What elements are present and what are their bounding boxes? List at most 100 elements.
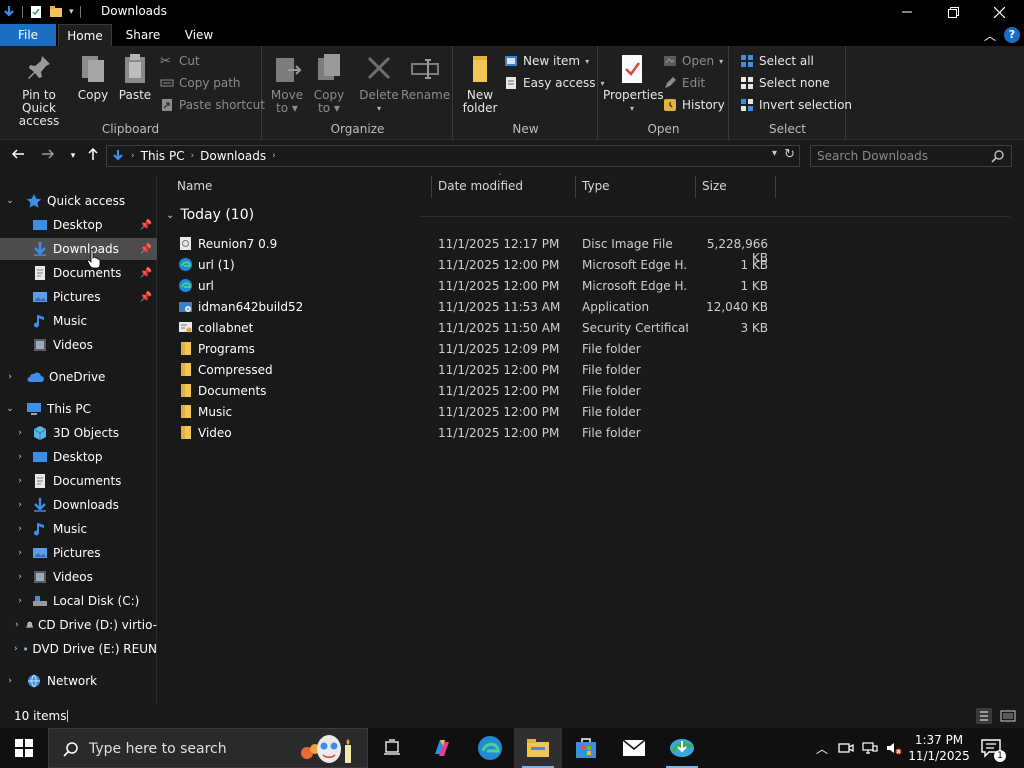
column-header-type[interactable]: Type [582, 179, 610, 197]
restore-button[interactable] [930, 0, 976, 24]
qat-customize-icon[interactable]: ▾ [69, 7, 74, 17]
collapsed-chevron-icon[interactable]: › [14, 596, 26, 606]
nav-pc-documents[interactable]: › Documents [0, 470, 157, 492]
nav-pc-dvd-drive-e[interactable]: › DVD Drive (E:) REUN [0, 638, 157, 660]
collapsed-chevron-icon[interactable]: › [14, 428, 26, 438]
search-icon[interactable] [991, 149, 1005, 163]
nav-pc-local-disk-c[interactable]: › Local Disk (C:) [0, 590, 157, 612]
file-row[interactable]: Music 11/1/2025 12:00 PM File folder [176, 401, 776, 422]
taskbar-internet-download-manager[interactable] [658, 728, 706, 768]
collapsed-chevron-icon[interactable]: › [4, 676, 16, 686]
nav-this-pc[interactable]: ⌄ This PC [0, 398, 157, 420]
collapsed-chevron-icon[interactable]: › [4, 372, 16, 382]
file-row[interactable]: Programs 11/1/2025 12:09 PM File folder [176, 338, 776, 359]
downloads-arrow-icon[interactable] [2, 5, 16, 19]
start-button[interactable] [0, 728, 48, 768]
expanded-chevron-icon[interactable]: ⌄ [4, 196, 16, 206]
close-button[interactable] [976, 0, 1022, 24]
taskbar-search-box[interactable]: Type here to search [48, 728, 368, 768]
file-row[interactable]: url (1) 11/1/2025 12:00 PM Microsoft Edg… [176, 254, 776, 275]
nav-pc-music[interactable]: › Music [0, 518, 157, 540]
minimize-button[interactable] [884, 0, 930, 24]
delete-button[interactable]: Delete ▾ [359, 52, 399, 115]
taskbar-copilot[interactable] [418, 728, 466, 768]
nav-quick-documents[interactable]: Documents 📌 [0, 262, 157, 284]
select-all-button[interactable]: Select all [740, 52, 814, 70]
copy-button[interactable]: Copy [76, 52, 110, 102]
collapsed-chevron-icon[interactable]: › [14, 452, 26, 462]
pin-quick-access-button[interactable]: Pin to Quick access [4, 52, 74, 128]
new-folder-icon[interactable] [49, 5, 63, 19]
nav-pc-videos[interactable]: › Videos [0, 566, 157, 588]
cut-button[interactable]: ✂ Cut [160, 52, 200, 70]
copy-path-button[interactable]: Copy path [160, 74, 241, 92]
nav-pc-3d-objects[interactable]: › 3D Objects [0, 422, 157, 444]
large-icons-view-icon[interactable] [1000, 708, 1016, 724]
task-view-button[interactable] [368, 728, 416, 768]
taskbar-mail[interactable] [610, 728, 658, 768]
forward-button[interactable] [37, 146, 59, 166]
tab-file[interactable]: File [0, 24, 56, 46]
nav-quick-pictures[interactable]: Pictures 📌 [0, 286, 157, 308]
file-row[interactable]: collabnet 11/1/2025 11:50 AM Security Ce… [176, 317, 776, 338]
tab-home[interactable]: Home [58, 24, 112, 46]
details-view-icon[interactable] [976, 708, 992, 724]
up-button[interactable] [82, 146, 104, 166]
show-hidden-icons-chevron-icon[interactable]: ︿ [814, 740, 830, 756]
column-header-date-modified[interactable]: Date modified [438, 179, 523, 197]
help-icon[interactable]: ? [1004, 27, 1020, 43]
edit-button[interactable]: Edit [663, 74, 705, 92]
properties-icon[interactable] [29, 5, 43, 19]
file-row[interactable]: url 11/1/2025 12:00 PM Microsoft Edge H.… [176, 275, 776, 296]
new-item-button[interactable]: New item ▾ [504, 52, 589, 70]
nav-pc-cd-drive-d[interactable]: › CD Drive (D:) virtio- [0, 614, 157, 636]
address-bar[interactable]: › This PC › Downloads › ▾ ↻ [106, 145, 800, 167]
back-button[interactable] [7, 146, 29, 166]
search-box[interactable] [810, 145, 1012, 167]
invert-selection-button[interactable]: Invert selection [740, 96, 852, 114]
group-collapse-chevron-icon[interactable]: ⌄ [166, 210, 174, 221]
nav-quick-videos[interactable]: Videos [0, 334, 157, 356]
breadcrumb-this-pc[interactable]: This PC [141, 149, 185, 163]
new-folder-button[interactable]: New folder [458, 52, 502, 115]
nav-onedrive[interactable]: › OneDrive [0, 366, 157, 388]
refresh-icon[interactable]: ↻ [784, 147, 795, 162]
select-none-button[interactable]: Select none [740, 74, 830, 92]
collapsed-chevron-icon[interactable]: › [14, 548, 26, 558]
search-input[interactable] [817, 148, 987, 164]
file-row[interactable]: Reunion7 0.9 11/1/2025 12:17 PM Disc Ima… [176, 233, 776, 265]
copy-to-button[interactable]: Copy to ▾ [311, 52, 347, 115]
taskbar-file-explorer[interactable] [514, 728, 562, 768]
history-button[interactable]: History [663, 96, 725, 114]
file-row[interactable]: Video 11/1/2025 12:00 PM File folder [176, 422, 776, 443]
taskbar-microsoft-store[interactable] [562, 728, 610, 768]
group-header-today[interactable]: ⌄ Today (10) [166, 207, 254, 223]
tab-view[interactable]: View [174, 24, 224, 46]
easy-access-button[interactable]: Easy access ▾ [504, 74, 605, 92]
collapse-ribbon-icon[interactable]: ︿ [984, 27, 996, 44]
collapsed-chevron-icon[interactable]: › [14, 644, 18, 654]
rename-button[interactable]: Rename [401, 52, 450, 102]
nav-quick-downloads[interactable]: Downloads 📌 [0, 238, 157, 260]
nav-quick-music[interactable]: Music [0, 310, 157, 332]
network-tray-icon[interactable] [862, 740, 878, 756]
taskbar-edge[interactable] [466, 728, 514, 768]
expanded-chevron-icon[interactable]: ⌄ [4, 404, 16, 414]
recent-locations-dropdown[interactable]: ▾ [62, 146, 84, 166]
breadcrumb-downloads[interactable]: Downloads [200, 149, 266, 163]
file-row[interactable]: idman642build52 11/1/2025 11:53 AM Appli… [176, 296, 776, 317]
taskbar-clock[interactable]: 1:37 PM 11/1/2025 [906, 732, 972, 764]
column-divider[interactable] [431, 176, 432, 198]
meet-now-icon[interactable] [838, 740, 854, 756]
nav-quick-desktop[interactable]: Desktop 📌 [0, 214, 157, 236]
column-header-name[interactable]: Name [177, 179, 212, 197]
paste-button[interactable]: Paste [116, 52, 154, 102]
column-divider[interactable] [695, 176, 696, 198]
paste-shortcut-button[interactable]: Paste shortcut [160, 96, 265, 114]
file-row[interactable]: Documents 11/1/2025 12:00 PM File folder [176, 380, 776, 401]
nav-pc-pictures[interactable]: › Pictures [0, 542, 157, 564]
nav-pc-downloads[interactable]: › Downloads [0, 494, 157, 516]
collapsed-chevron-icon[interactable]: › [14, 572, 26, 582]
volume-muted-icon[interactable] [886, 740, 902, 756]
tab-share[interactable]: Share [118, 24, 168, 46]
